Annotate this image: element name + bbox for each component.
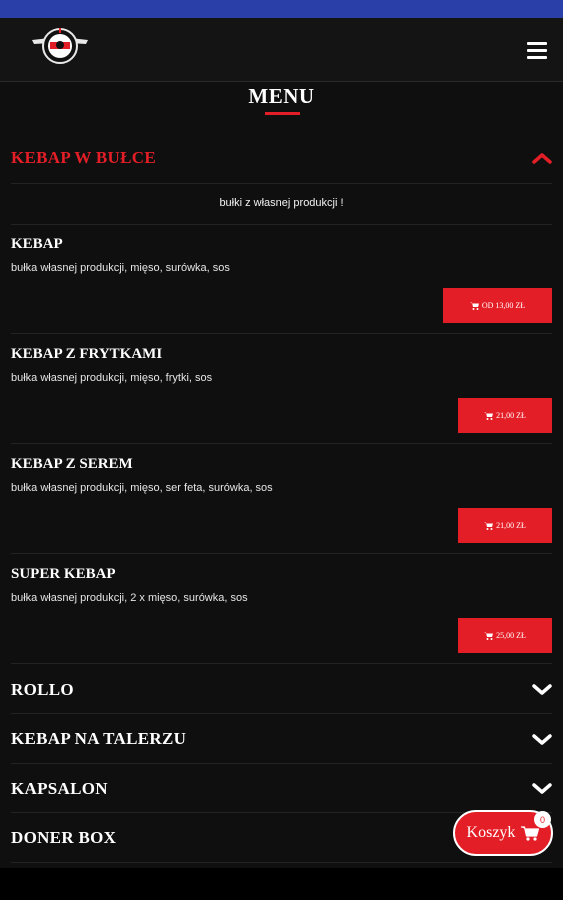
chevron-down-icon[interactable]	[532, 783, 552, 795]
category-header-rollo[interactable]: ROLLO	[11, 680, 74, 700]
brand-logo[interactable]	[30, 24, 90, 68]
menu-item-desc: bułka własnej produkcji, 2 x mięso, suró…	[11, 592, 248, 604]
category-header-kapsalon[interactable]: KAPSALON	[11, 779, 108, 799]
chevron-down-icon[interactable]	[532, 734, 552, 746]
divider	[11, 443, 552, 444]
cart-count-badge: 0	[534, 811, 551, 828]
cart-icon	[469, 302, 479, 310]
add-to-cart-button[interactable]: 21,00 ZŁ	[458, 508, 552, 543]
page-title: MENU	[248, 84, 315, 108]
chevron-down-icon[interactable]	[532, 684, 552, 696]
cart-icon	[484, 522, 494, 530]
menu-item-name: KEBAP Z SEREM	[11, 456, 133, 472]
menu-item-name: SUPER KEBAP	[11, 566, 116, 582]
menu-item-name: KEBAP Z FRYTKAMI	[11, 346, 163, 362]
menu-item-desc: bułka własnej produkcji, mięso, frytki, …	[11, 372, 213, 384]
status-bar	[0, 0, 563, 18]
price-label: OD 13,00 ZŁ	[481, 301, 526, 310]
divider	[11, 553, 552, 554]
cart-label: Koszyk	[466, 824, 516, 841]
price-label: 21,00 ZŁ	[496, 411, 526, 420]
divider	[11, 663, 552, 664]
cart-icon	[484, 412, 494, 420]
add-to-cart-button[interactable]: OD 13,00 ZŁ	[443, 288, 552, 323]
divider	[11, 183, 552, 184]
add-to-cart-button[interactable]: 25,00 ZŁ	[458, 618, 552, 653]
category-header-doner-box[interactable]: DONER BOX	[11, 828, 116, 848]
add-to-cart-button[interactable]: 21,00 ZŁ	[458, 398, 552, 433]
category-intro: bułki z własnej produkcji !	[219, 197, 344, 209]
menu-item-desc: bułka własnej produkcji, mięso, ser feta…	[11, 482, 273, 494]
category-header-kebap-w-bulce[interactable]: KEBAP W BUŁCE	[11, 148, 156, 168]
cart-icon	[484, 632, 494, 640]
price-label: 21,00 ZŁ	[496, 521, 526, 530]
site-header	[0, 18, 563, 82]
menu-page: MENU KEBAP W BUŁCE bułki z własnej produ…	[0, 82, 563, 868]
divider	[11, 713, 552, 714]
cart-icon	[521, 825, 540, 841]
chevron-up-icon[interactable]	[532, 152, 552, 164]
category-header-kebap-na-talerzu[interactable]: KEBAP NA TALERZU	[11, 729, 186, 749]
hamburger-icon[interactable]	[527, 42, 547, 60]
title-underline	[265, 112, 300, 115]
divider	[11, 763, 552, 764]
price-label: 25,00 ZŁ	[496, 631, 526, 640]
divider	[11, 862, 552, 863]
divider	[11, 224, 552, 225]
divider	[11, 333, 552, 334]
menu-item-name: KEBAP	[11, 236, 63, 252]
bottom-bar	[0, 868, 563, 900]
menu-item-desc: bułka własnej produkcji, mięso, surówka,…	[11, 262, 230, 274]
